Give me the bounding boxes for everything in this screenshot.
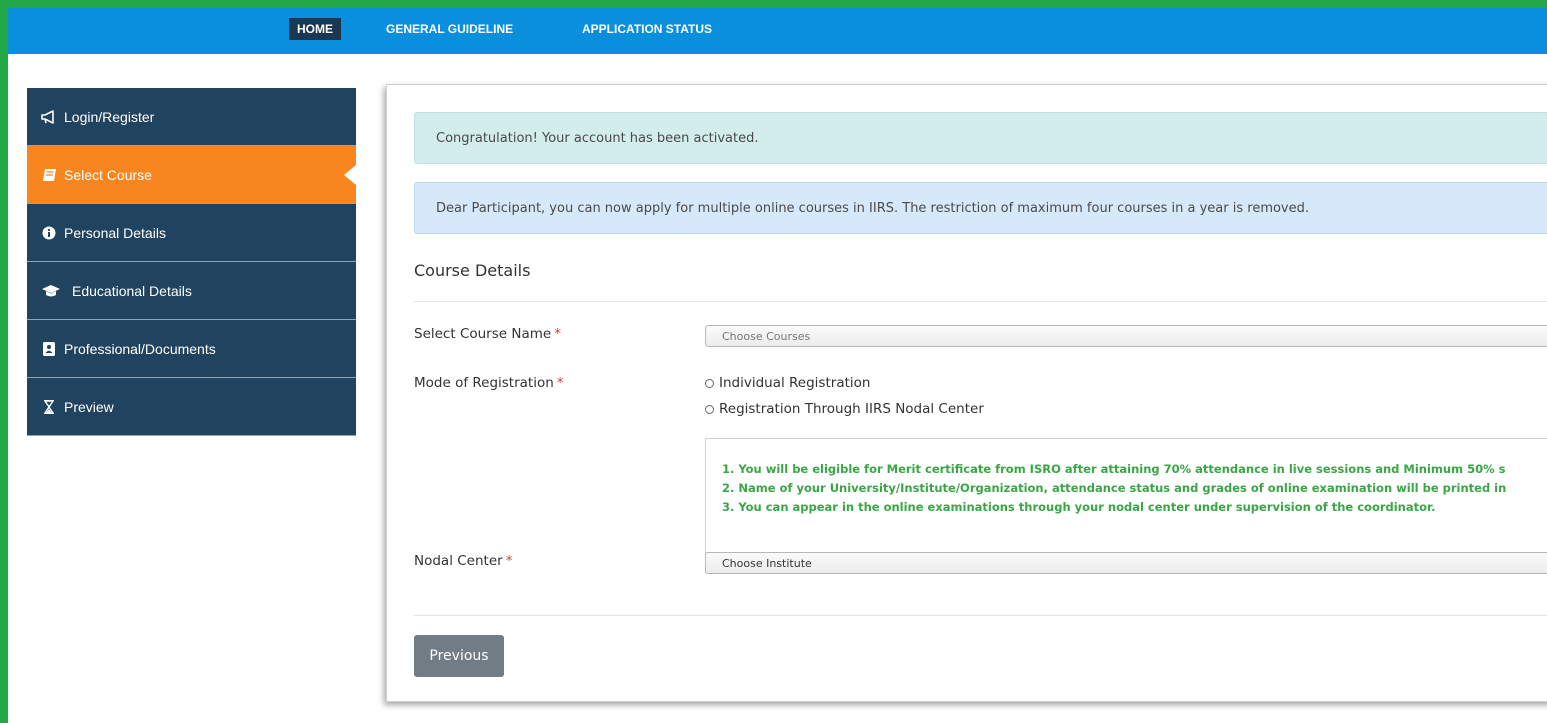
divider	[414, 301, 1547, 302]
info-note: 2. Name of your University/Institute/Org…	[722, 481, 1507, 495]
nodal-center-info-box: 1. You will be eligible for Merit certif…	[705, 438, 1547, 568]
nodal-center-select[interactable]: Choose Institute	[705, 552, 1547, 574]
required-marker: *	[505, 553, 513, 569]
radio-individual-registration[interactable]: Individual Registration	[705, 375, 870, 391]
sidebar-item-label: Educational Details	[72, 282, 192, 299]
book-icon	[40, 168, 58, 182]
nodal-label-text: Nodal Center	[414, 553, 503, 569]
megaphone-icon	[40, 109, 58, 124]
info-note: 1. You will be eligible for Merit certif…	[722, 462, 1506, 476]
sidebar-item-select-course[interactable]: Select Course	[27, 146, 356, 204]
sidebar: Login/Register Select Course Personal De…	[27, 88, 356, 436]
nav-general-guideline[interactable]: GENERAL GUIDELINE	[378, 18, 521, 40]
sidebar-item-label: Login/Register	[64, 108, 155, 125]
nodal-center-label: Nodal Center *	[414, 553, 512, 569]
sidebar-item-label: Professional/Documents	[64, 340, 216, 357]
mode-of-registration-label: Mode of Registration *	[414, 375, 564, 391]
mode-label-text: Mode of Registration	[414, 375, 554, 391]
success-alert: Congratulation! Your account has been ac…	[414, 112, 1547, 164]
radio-button[interactable]	[705, 378, 714, 388]
course-name-label-text: Select Course Name	[414, 326, 552, 342]
sidebar-item-professional-documents[interactable]: Professional/Documents	[27, 320, 356, 378]
required-marker: *	[554, 326, 561, 342]
sidebar-item-preview[interactable]: Preview	[27, 378, 356, 436]
nav-home[interactable]: HOME	[289, 18, 341, 40]
info-circle-icon	[40, 226, 58, 240]
hourglass-icon	[40, 399, 58, 414]
nav-application-status[interactable]: APPLICATION STATUS	[574, 18, 720, 40]
divider	[414, 615, 1547, 616]
course-select[interactable]: Choose Courses	[705, 325, 1547, 347]
radio-label: Registration Through IIRS Nodal Center	[719, 401, 984, 417]
required-marker: *	[556, 375, 564, 391]
info-note: 3. You can appear in the online examinat…	[722, 500, 1436, 514]
top-navbar: HOME GENERAL GUIDELINE APPLICATION STATU…	[8, 8, 1547, 54]
course-details-panel: Congratulation! Your account has been ac…	[386, 84, 1547, 702]
sidebar-item-educational-details[interactable]: Educational Details	[27, 262, 356, 320]
graduation-cap-icon	[40, 284, 62, 297]
sidebar-item-label: Preview	[64, 398, 114, 415]
info-alert: Dear Participant, you can now apply for …	[414, 182, 1547, 234]
radio-nodal-center-registration[interactable]: Registration Through IIRS Nodal Center	[705, 401, 984, 417]
contact-book-icon	[40, 341, 58, 356]
radio-button[interactable]	[705, 404, 714, 414]
section-title: Course Details	[414, 261, 531, 280]
radio-label: Individual Registration	[719, 375, 871, 391]
sidebar-item-personal-details[interactable]: Personal Details	[27, 204, 356, 262]
sidebar-item-label: Select Course	[64, 166, 152, 183]
sidebar-item-login-register[interactable]: Login/Register	[27, 88, 356, 146]
previous-button[interactable]: Previous	[414, 635, 504, 677]
sidebar-item-label: Personal Details	[64, 224, 166, 241]
course-name-label: Select Course Name *	[414, 326, 561, 342]
